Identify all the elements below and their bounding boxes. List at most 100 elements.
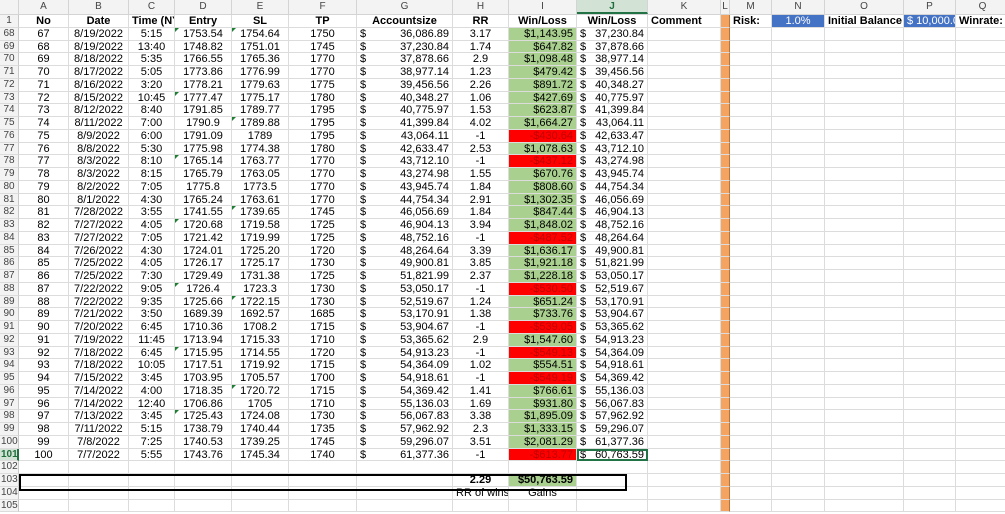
cell-winloss[interactable]: -$613.77 — [509, 448, 577, 462]
cell-no[interactable]: 84 — [19, 244, 69, 258]
cell-empty[interactable] — [772, 206, 825, 219]
cell-time[interactable]: 10:05 — [129, 359, 175, 372]
cell-date[interactable]: 7/22/2022 — [69, 282, 129, 296]
cell-comment[interactable] — [648, 231, 721, 245]
row-number[interactable]: 75 — [0, 117, 19, 130]
column-header-p[interactable]: P — [904, 0, 956, 14]
cell-empty[interactable] — [730, 359, 772, 372]
cell-winloss[interactable]: -$549.19 — [509, 372, 577, 385]
cell-winloss[interactable]: -$487.52 — [509, 231, 577, 245]
row-number[interactable]: 89 — [0, 295, 19, 309]
cell-empty[interactable] — [904, 257, 956, 270]
cell-tp[interactable]: 1715 — [289, 359, 357, 372]
cell-no[interactable]: 70 — [19, 66, 69, 79]
row-number[interactable]: 70 — [0, 53, 19, 66]
cell-date[interactable]: 7/18/2022 — [69, 346, 129, 360]
row-number[interactable]: 71 — [0, 66, 19, 79]
column-header-q[interactable]: Q — [956, 0, 1005, 14]
cell-empty[interactable] — [825, 461, 904, 474]
cell-empty[interactable] — [453, 461, 509, 474]
cell-empty[interactable] — [825, 282, 904, 296]
cell-accountsize[interactable]: $54,369.42 — [357, 384, 453, 398]
cell-entry[interactable]: 1743.76 — [175, 448, 232, 462]
cell-date[interactable]: 7/19/2022 — [69, 333, 129, 347]
cell-empty[interactable] — [904, 474, 956, 487]
cell-empty[interactable] — [956, 257, 1005, 270]
cell-empty[interactable] — [956, 410, 1005, 423]
cell-entry[interactable]: 1765.14 — [175, 155, 232, 168]
cell-rr[interactable]: 1.84 — [453, 180, 509, 194]
cell-empty[interactable] — [129, 474, 175, 487]
row-number[interactable]: 76 — [0, 129, 19, 143]
row-number[interactable]: 78 — [0, 155, 19, 168]
cell-tp[interactable]: 1745 — [289, 435, 357, 449]
cell-empty[interactable] — [772, 193, 825, 207]
cell-empty[interactable] — [825, 372, 904, 385]
cell-empty[interactable] — [129, 486, 175, 500]
cell-empty[interactable] — [956, 500, 1005, 513]
cell-sl[interactable]: 1719.92 — [232, 359, 289, 372]
cell-empty[interactable] — [956, 66, 1005, 79]
cell-no[interactable]: 89 — [19, 308, 69, 321]
cell-empty[interactable] — [825, 78, 904, 92]
cell-tp[interactable]: 1720 — [289, 346, 357, 360]
cell-winloss[interactable]: $1,333.15 — [509, 423, 577, 436]
cell-no[interactable]: 91 — [19, 333, 69, 347]
cell-empty[interactable] — [956, 436, 1005, 449]
cell-entry[interactable]: 1765.79 — [175, 168, 232, 181]
cell-empty[interactable] — [904, 91, 956, 105]
cell-empty[interactable] — [772, 231, 825, 245]
cell-empty[interactable] — [730, 448, 772, 462]
cell-comment[interactable] — [648, 40, 721, 54]
cell-empty[interactable] — [904, 448, 956, 462]
cell-sl[interactable]: 1765.36 — [232, 53, 289, 66]
cell-balance[interactable]: $48,264.64 — [577, 231, 648, 245]
cell-no[interactable]: 97 — [19, 410, 69, 423]
cell-tp[interactable]: 1770 — [289, 180, 357, 194]
cell-empty[interactable] — [453, 499, 509, 513]
column-header-h[interactable]: H — [453, 0, 509, 14]
header-accountsize[interactable]: Accountsize — [357, 15, 453, 28]
cell-balance[interactable]: $46,904.13 — [577, 206, 648, 219]
cell-accountsize[interactable]: $43,064.11 — [357, 129, 453, 143]
cell-empty[interactable] — [232, 474, 289, 487]
cell-winloss[interactable]: $554.51 — [509, 359, 577, 372]
cell-entry[interactable]: 1726.17 — [175, 257, 232, 270]
cell-balance[interactable]: $48,752.16 — [577, 219, 648, 232]
row-number[interactable]: 86 — [0, 257, 19, 270]
cell-sl[interactable]: 1763.05 — [232, 168, 289, 181]
cell-balance[interactable]: $41,399.84 — [577, 104, 648, 117]
cell-rr[interactable]: 2.3 — [453, 423, 509, 436]
cell-tp[interactable]: 1775 — [289, 78, 357, 92]
cell-empty[interactable] — [904, 486, 956, 500]
cell-entry[interactable]: 1777.47 — [175, 91, 232, 105]
gains-caption[interactable]: Gains — [509, 486, 577, 500]
cell-date[interactable]: 7/18/2022 — [69, 359, 129, 372]
cell-no[interactable]: 99 — [19, 435, 69, 449]
column-header-o[interactable]: O — [825, 0, 904, 14]
row-number[interactable]: 74 — [0, 104, 19, 117]
cell-date[interactable]: 8/17/2022 — [69, 66, 129, 79]
cell-entry[interactable]: 1713.94 — [175, 333, 232, 347]
cell-winloss[interactable]: $647.82 — [509, 40, 577, 54]
cell-tp[interactable]: 1770 — [289, 53, 357, 66]
cell-empty[interactable] — [956, 117, 1005, 130]
cell-balance[interactable]: $53,365.62 — [577, 321, 648, 334]
column-header-e[interactable]: E — [232, 0, 289, 14]
cell-accountsize[interactable]: $42,633.47 — [357, 142, 453, 156]
cell-sl[interactable]: 1789 — [232, 129, 289, 143]
cell-sl[interactable]: 1719.99 — [232, 231, 289, 245]
cell-empty[interactable] — [19, 486, 69, 500]
cell-empty[interactable] — [357, 461, 453, 474]
cell-empty[interactable] — [904, 372, 956, 385]
cell-tp[interactable]: 1745 — [289, 206, 357, 219]
cell-empty[interactable] — [772, 244, 825, 258]
cell-tp[interactable]: 1795 — [289, 129, 357, 143]
cell-accountsize[interactable]: $55,136.03 — [357, 397, 453, 411]
cell-accountsize[interactable]: $46,056.69 — [357, 206, 453, 219]
cell-rr[interactable]: -1 — [453, 282, 509, 296]
cell-empty[interactable] — [69, 499, 129, 513]
cell-tp[interactable]: 1770 — [289, 66, 357, 79]
cell-empty[interactable] — [825, 104, 904, 117]
cell-entry[interactable]: 1775.8 — [175, 180, 232, 194]
